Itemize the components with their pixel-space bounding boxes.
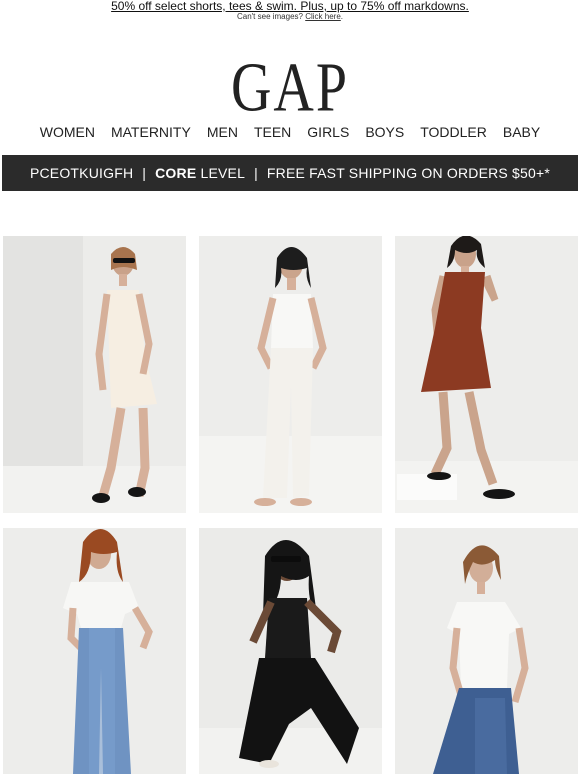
white-tank-and-jeans-image[interactable]	[199, 236, 382, 513]
click-here-link[interactable]: Click here	[305, 12, 341, 21]
rewards-banner[interactable]: PCEOTKUIGFH | CORE LEVEL | FREE FAST SHI…	[2, 155, 578, 191]
rust-mini-dress-image[interactable]	[395, 236, 578, 513]
rust-mini-dress-image-art	[395, 236, 578, 513]
nav-item-baby[interactable]: BABY	[495, 124, 548, 140]
white-tee-and-wide-jeans-image[interactable]	[3, 528, 186, 774]
nav-item-toddler[interactable]: TODDLER	[412, 124, 495, 140]
shipping-offer: FREE FAST SHIPPING ON ORDERS $50+*	[266, 165, 551, 181]
member-id: PCEOTKUIGFH	[29, 165, 134, 181]
images-prompt: Can't see images? Click here.	[236, 12, 344, 21]
black-tank-and-pants-image[interactable]	[199, 528, 382, 774]
nav-item-maternity[interactable]: MATERNITY	[103, 124, 199, 140]
nav-item-women[interactable]: WOMEN	[32, 124, 103, 140]
images-prompt-text: Can't see images?	[236, 12, 303, 21]
main-nav: WOMEN MATERNITY MEN TEEN GIRLS BOYS TODD…	[0, 124, 580, 140]
white-tank-and-jeans-image-art	[199, 236, 382, 513]
gap-logo[interactable]: GAP	[0, 48, 580, 128]
white-tee-and-blue-jeans-image-art	[395, 528, 578, 774]
white-mini-dress-image[interactable]	[3, 236, 186, 513]
white-tee-and-wide-jeans-image-art	[3, 528, 186, 774]
nav-item-teen[interactable]: TEEN	[246, 124, 299, 140]
white-mini-dress-image-art	[3, 236, 186, 513]
level-suffix: LEVEL	[196, 165, 246, 181]
nav-item-girls[interactable]: GIRLS	[299, 124, 357, 140]
banner-separator-2: |	[254, 165, 258, 181]
level-name: CORE	[155, 165, 197, 181]
white-tee-and-blue-jeans-image[interactable]	[395, 528, 578, 774]
black-tank-and-pants-image-art	[199, 528, 382, 774]
nav-item-boys[interactable]: BOYS	[357, 124, 412, 140]
banner-separator: |	[142, 165, 147, 181]
nav-item-men[interactable]: MEN	[199, 124, 246, 140]
